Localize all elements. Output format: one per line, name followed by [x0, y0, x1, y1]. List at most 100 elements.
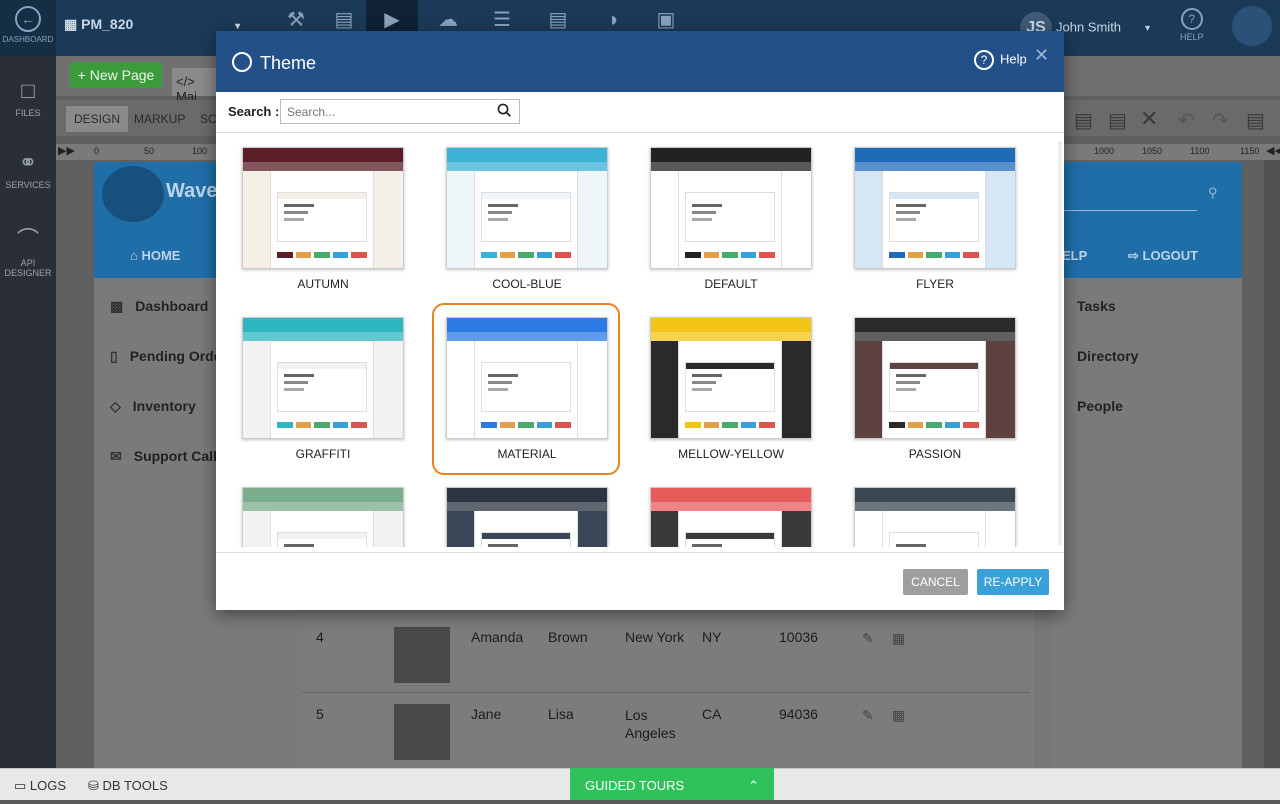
theme-preview-nav	[855, 502, 1015, 511]
theme-preview-nav	[855, 332, 1015, 341]
theme-preview-rightcol	[577, 171, 607, 268]
theme-preview-panel	[481, 362, 571, 412]
theme-preview-sidebar	[855, 511, 883, 547]
theme-card-material[interactable]	[446, 317, 608, 439]
search-icon[interactable]	[497, 103, 511, 117]
theme-preview-rightcol	[373, 341, 403, 438]
theme-preview-nav	[243, 162, 403, 171]
theme-name[interactable]: PASSION	[833, 447, 1037, 461]
theme-preview-buttons	[889, 252, 979, 258]
theme-preview-buttons	[685, 252, 775, 258]
dialog-help-button[interactable]: ? Help	[974, 50, 1027, 70]
theme-preview-nav	[447, 502, 607, 511]
cancel-button[interactable]: CANCEL	[903, 569, 968, 595]
question-icon: ?	[974, 50, 994, 70]
theme-preview-rightcol	[577, 341, 607, 438]
theme-preview-panel	[685, 192, 775, 242]
theme-preview-sidebar	[447, 341, 475, 438]
theme-card-more[interactable]	[242, 487, 404, 547]
theme-name[interactable]: COOL-BLUE	[425, 277, 629, 291]
theme-preview-panel	[277, 362, 367, 412]
theme-preview-panel	[685, 362, 775, 412]
theme-preview-sidebar	[651, 511, 679, 547]
theme-card-flyer[interactable]	[854, 147, 1016, 269]
theme-preview-rightcol	[781, 511, 811, 547]
theme-preview-rightcol	[985, 171, 1015, 268]
palette-icon	[232, 52, 252, 72]
theme-card-mellow-yellow[interactable]	[650, 317, 812, 439]
dialog-title: Theme	[260, 53, 317, 73]
theme-preview-topbar	[243, 148, 403, 162]
theme-preview-sidebar	[651, 171, 679, 268]
theme-preview-nav	[447, 332, 607, 341]
theme-preview-topbar	[651, 488, 811, 502]
theme-name[interactable]: DEFAULT	[629, 277, 833, 291]
theme-preview-nav	[447, 162, 607, 171]
theme-card-more[interactable]	[446, 487, 608, 547]
theme-card-more[interactable]	[854, 487, 1016, 547]
theme-preview-panel	[889, 192, 979, 242]
theme-preview-topbar	[447, 488, 607, 502]
theme-preview-topbar	[651, 148, 811, 162]
theme-preview-topbar	[243, 488, 403, 502]
theme-card-cool-blue[interactable]	[446, 147, 608, 269]
search-label: Search :	[228, 104, 280, 119]
theme-preview-topbar	[651, 318, 811, 332]
theme-preview-rightcol	[985, 511, 1015, 547]
theme-card-default[interactable]	[650, 147, 812, 269]
theme-preview-buttons	[277, 422, 367, 428]
theme-preview-nav	[855, 162, 1015, 171]
theme-preview-topbar	[243, 318, 403, 332]
theme-preview-sidebar	[855, 171, 883, 268]
theme-preview-topbar	[447, 318, 607, 332]
grid-scrollbar[interactable]	[1058, 141, 1062, 545]
theme-name[interactable]: GRAFFITI	[221, 447, 425, 461]
close-icon[interactable]: ✕	[1034, 45, 1049, 66]
theme-preview-nav	[651, 502, 811, 511]
theme-preview-nav	[243, 332, 403, 341]
theme-preview-rightcol	[985, 341, 1015, 438]
theme-card-autumn[interactable]	[242, 147, 404, 269]
theme-name[interactable]: MATERIAL	[425, 447, 629, 461]
theme-preview-sidebar	[243, 171, 271, 268]
theme-grid: AUTUMN COOL-BLUE DEFAULT FLYER GRAFFITI MATER…	[216, 133, 1064, 547]
search-input[interactable]	[280, 99, 520, 124]
theme-preview-buttons	[889, 422, 979, 428]
theme-preview-sidebar	[243, 341, 271, 438]
theme-preview-panel	[889, 362, 979, 412]
theme-preview-topbar	[447, 148, 607, 162]
theme-preview-panel	[685, 532, 775, 547]
theme-preview-sidebar	[447, 171, 475, 268]
theme-preview-nav	[651, 162, 811, 171]
theme-preview-panel	[481, 532, 571, 547]
theme-preview-rightcol	[373, 171, 403, 268]
theme-preview-rightcol	[781, 171, 811, 268]
theme-preview-buttons	[481, 422, 571, 428]
theme-preview-sidebar	[243, 511, 271, 547]
theme-name[interactable]: FLYER	[833, 277, 1037, 291]
theme-preview-sidebar	[447, 511, 475, 547]
theme-preview-buttons	[685, 422, 775, 428]
theme-card-graffiti[interactable]	[242, 317, 404, 439]
theme-dialog: Theme ?Help ✕ Search : AUTUMNCOOL-BLUEDE…	[216, 31, 1064, 610]
theme-preview-panel	[481, 192, 571, 242]
theme-preview-sidebar	[855, 341, 883, 438]
theme-name[interactable]: MELLOW-YELLOW	[629, 447, 833, 461]
theme-card-passion[interactable]	[854, 317, 1016, 439]
theme-preview-rightcol	[781, 341, 811, 438]
theme-card-more[interactable]	[650, 487, 812, 547]
theme-preview-buttons	[277, 252, 367, 258]
theme-preview-topbar	[855, 488, 1015, 502]
dialog-header	[216, 31, 1064, 92]
theme-preview-topbar	[855, 148, 1015, 162]
theme-preview-rightcol	[373, 511, 403, 547]
theme-preview-nav	[651, 332, 811, 341]
theme-preview-nav	[243, 502, 403, 511]
theme-preview-panel	[889, 532, 979, 547]
re-apply-button[interactable]: RE-APPLY	[977, 569, 1049, 595]
theme-preview-panel	[277, 192, 367, 242]
theme-preview-sidebar	[651, 341, 679, 438]
theme-preview-buttons	[481, 252, 571, 258]
theme-preview-rightcol	[577, 511, 607, 547]
theme-name[interactable]: AUTUMN	[221, 277, 425, 291]
